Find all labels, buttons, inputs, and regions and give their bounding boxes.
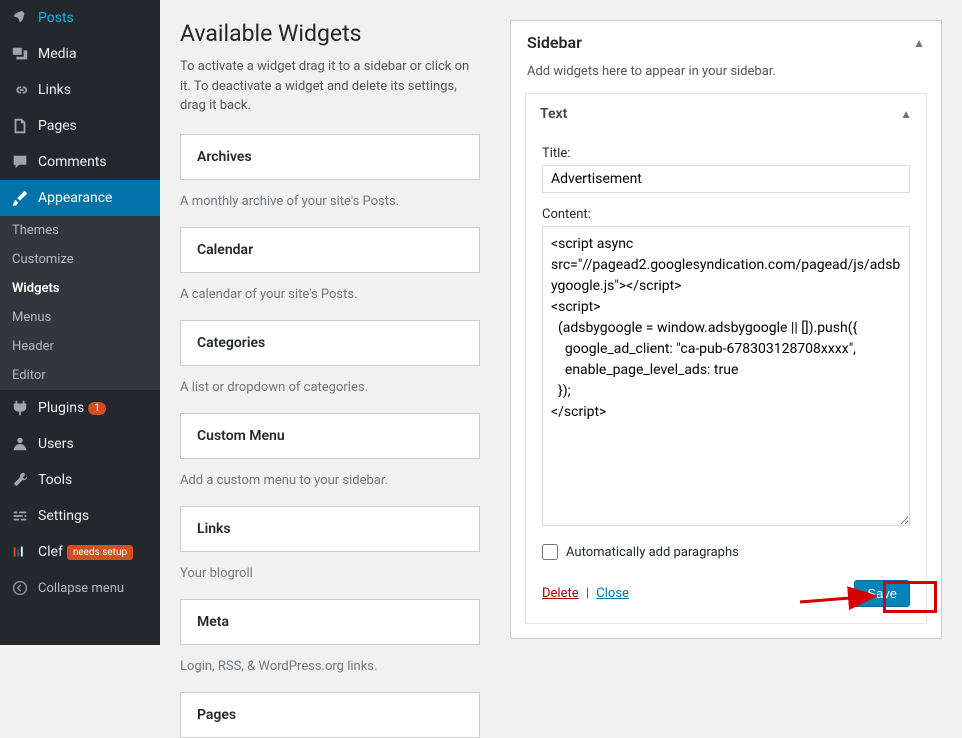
collapse-menu[interactable]: Collapse menu bbox=[0, 570, 160, 606]
nav-settings[interactable]: Settings bbox=[0, 498, 160, 534]
nav-label: Links bbox=[38, 82, 71, 98]
comment-icon bbox=[10, 152, 30, 172]
plug-icon bbox=[10, 398, 30, 418]
sidebar-panel: Sidebar ▲ Add widgets here to appear in … bbox=[510, 20, 942, 639]
nav-label: Settings bbox=[38, 508, 89, 524]
widget-calendar-desc: A calendar of your site's Posts. bbox=[180, 273, 480, 320]
main-content: Available Widgets To activate a widget d… bbox=[160, 0, 962, 645]
widget-categories-desc: A list or dropdown of categories. bbox=[180, 366, 480, 413]
users-icon bbox=[10, 434, 30, 454]
nav-label: Pages bbox=[38, 118, 77, 134]
nav-appearance[interactable]: Appearance bbox=[0, 180, 160, 216]
panel-title: Sidebar bbox=[527, 33, 582, 52]
panel-desc: Add widgets here to appear in your sideb… bbox=[511, 64, 941, 93]
text-widget-header[interactable]: Text ▲ bbox=[526, 94, 926, 134]
autop-row[interactable]: Automatically add paragraphs bbox=[542, 544, 910, 560]
nav-label: Plugins bbox=[38, 400, 84, 416]
nav-users[interactable]: Users bbox=[0, 426, 160, 462]
widget-custom-menu[interactable]: Custom Menu bbox=[180, 413, 480, 459]
appearance-submenu: Themes Customize Widgets Menus Header Ed… bbox=[0, 216, 160, 390]
nav-label: Media bbox=[38, 46, 77, 62]
media-icon bbox=[10, 44, 30, 64]
wrench-icon bbox=[10, 470, 30, 490]
pages-icon bbox=[10, 116, 30, 136]
text-widget: Text ▲ Title: Content: Automatically add… bbox=[525, 93, 927, 624]
content-textarea[interactable] bbox=[542, 226, 910, 526]
available-title: Available Widgets bbox=[180, 20, 480, 47]
caret-up-icon: ▲ bbox=[913, 36, 925, 50]
nav-label: Tools bbox=[38, 472, 72, 488]
sliders-icon bbox=[10, 506, 30, 526]
sub-widgets[interactable]: Widgets bbox=[0, 274, 160, 303]
separator: | bbox=[586, 586, 589, 601]
clef-icon bbox=[10, 542, 30, 562]
nav-label: Users bbox=[38, 436, 74, 452]
collapse-icon bbox=[10, 578, 30, 598]
sub-customize[interactable]: Customize bbox=[0, 245, 160, 274]
widget-pages[interactable]: Pages bbox=[180, 692, 480, 738]
widget-categories[interactable]: Categories bbox=[180, 320, 480, 366]
link-icon bbox=[10, 80, 30, 100]
collapse-label: Collapse menu bbox=[38, 581, 124, 596]
sub-menus[interactable]: Menus bbox=[0, 303, 160, 332]
widget-meta[interactable]: Meta bbox=[180, 599, 480, 645]
nav-pages[interactable]: Pages bbox=[0, 108, 160, 144]
panel-header[interactable]: Sidebar ▲ bbox=[511, 21, 941, 64]
pin-icon bbox=[10, 8, 30, 28]
nav-label: Clef bbox=[38, 544, 63, 560]
widget-archives-desc: A monthly archive of your site's Posts. bbox=[180, 180, 480, 227]
close-link[interactable]: Close bbox=[596, 586, 629, 601]
widget-links[interactable]: Links bbox=[180, 506, 480, 552]
widget-meta-desc: Login, RSS, & WordPress.org links. bbox=[180, 645, 480, 692]
save-button[interactable]: Save bbox=[854, 580, 910, 607]
available-desc: To activate a widget drag it to a sideba… bbox=[180, 57, 480, 116]
text-widget-name: Text bbox=[540, 106, 567, 122]
widget-calendar[interactable]: Calendar bbox=[180, 227, 480, 273]
caret-up-icon: ▲ bbox=[900, 107, 912, 121]
content-label: Content: bbox=[542, 207, 910, 222]
widget-custom-menu-desc: Add a custom menu to your sidebar. bbox=[180, 459, 480, 506]
nav-links[interactable]: Links bbox=[0, 72, 160, 108]
sub-themes[interactable]: Themes bbox=[0, 216, 160, 245]
admin-sidebar: Posts Media Links Pages Comments Appeara… bbox=[0, 0, 160, 645]
nav-comments[interactable]: Comments bbox=[0, 144, 160, 180]
autop-label: Automatically add paragraphs bbox=[566, 545, 739, 560]
sidebar-panel-col: Sidebar ▲ Add widgets here to appear in … bbox=[510, 20, 942, 625]
nav-tools[interactable]: Tools bbox=[0, 462, 160, 498]
nav-posts[interactable]: Posts bbox=[0, 0, 160, 36]
delete-link[interactable]: Delete bbox=[542, 586, 579, 601]
brush-icon bbox=[10, 188, 30, 208]
nav-label: Appearance bbox=[38, 190, 112, 206]
widget-archives[interactable]: Archives bbox=[180, 134, 480, 180]
nav-media[interactable]: Media bbox=[0, 36, 160, 72]
nav-label: Comments bbox=[38, 154, 107, 170]
title-input[interactable] bbox=[542, 165, 910, 193]
nav-label: Posts bbox=[38, 10, 74, 26]
clef-badge: needs setup bbox=[67, 545, 133, 560]
nav-plugins[interactable]: Plugins 1 bbox=[0, 390, 160, 426]
sub-editor[interactable]: Editor bbox=[0, 361, 160, 390]
sub-header[interactable]: Header bbox=[0, 332, 160, 361]
available-widgets-col: Available Widgets To activate a widget d… bbox=[180, 20, 480, 625]
widget-links-desc: Your blogroll bbox=[180, 552, 480, 599]
plugins-badge: 1 bbox=[88, 402, 106, 415]
nav-clef[interactable]: Clef needs setup bbox=[0, 534, 160, 570]
title-label: Title: bbox=[542, 146, 910, 161]
autop-checkbox[interactable] bbox=[542, 544, 558, 560]
